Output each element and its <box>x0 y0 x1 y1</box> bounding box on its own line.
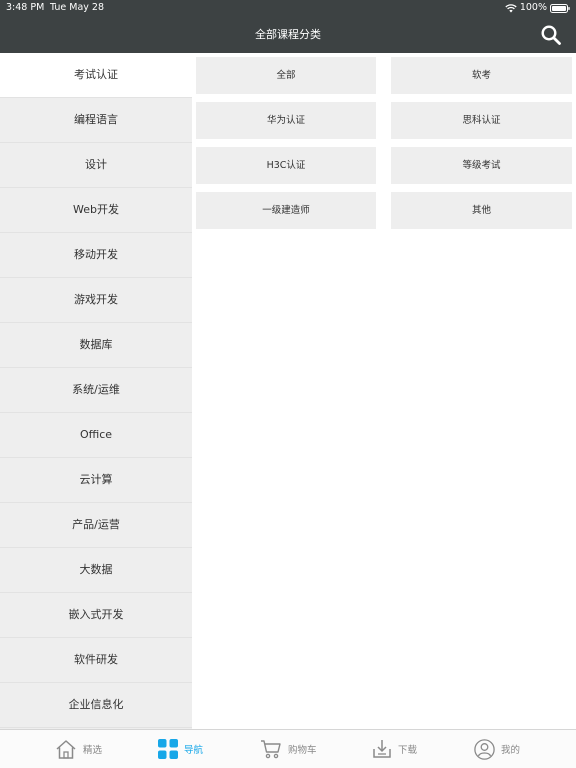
cart-icon <box>261 740 281 759</box>
subcategory-button[interactable]: 其他 <box>391 192 572 229</box>
sidebar-item[interactable]: 软件研发 <box>0 638 192 683</box>
home-icon <box>56 740 76 759</box>
sidebar-item[interactable]: Web开发 <box>0 188 192 233</box>
sidebar-item[interactable]: 设计 <box>0 143 192 188</box>
grid-icon <box>158 739 178 759</box>
sidebar-item[interactable]: 数据库 <box>0 323 192 368</box>
tab-featured[interactable]: 精选 <box>55 730 102 768</box>
battery-icon <box>550 3 570 13</box>
tab-download-label: 下载 <box>398 745 418 756</box>
tab-navigation-label: 导航 <box>184 745 204 756</box>
status-date: Tue May 28 <box>50 2 104 13</box>
search-button[interactable] <box>540 24 562 46</box>
subcategory-button[interactable]: 等级考试 <box>391 147 572 184</box>
status-right: 100% <box>505 0 570 16</box>
tab-cart[interactable]: 购物车 <box>260 730 317 768</box>
tab-cart-label: 购物车 <box>288 745 317 756</box>
page-title: 全部课程分类 <box>255 28 321 41</box>
wifi-icon <box>505 3 517 12</box>
nav-bar: 全部课程分类 <box>0 16 576 53</box>
sidebar-item[interactable]: 考试认证 <box>0 53 192 98</box>
sidebar-item[interactable]: 游戏开发 <box>0 278 192 323</box>
sidebar-item[interactable]: 移动开发 <box>0 233 192 278</box>
subcategory-button[interactable]: 全部 <box>196 57 376 94</box>
sidebar-item[interactable]: Office <box>0 413 192 458</box>
sidebar-item[interactable]: 大数据 <box>0 548 192 593</box>
status-bar: 3:48 PM Tue May 28 100% <box>0 0 576 16</box>
subcategory-button[interactable]: H3C认证 <box>196 147 376 184</box>
tab-featured-label: 精选 <box>83 745 103 756</box>
sidebar-item[interactable]: 云计算 <box>0 458 192 503</box>
tab-profile[interactable]: 我的 <box>474 730 520 768</box>
tab-profile-label: 我的 <box>501 745 521 756</box>
sidebar-item[interactable]: 编程语言 <box>0 98 192 143</box>
download-icon <box>373 740 391 758</box>
sidebar-item[interactable]: 系统/运维 <box>0 368 192 413</box>
tab-bar: 精选 导航 购物车 下载 我的 <box>0 729 576 768</box>
subcategory-panel: 全部 软考 华为认证 思科认证 H3C认证 等级考试 一级建造师 其他 <box>192 53 576 729</box>
battery-percent: 100% <box>519 2 547 13</box>
sidebar-item[interactable]: 产品/运营 <box>0 503 192 548</box>
sidebar-item[interactable]: 企业信息化 <box>0 683 192 728</box>
tab-download[interactable]: 下载 <box>372 730 417 768</box>
subcategory-button[interactable]: 华为认证 <box>196 102 376 139</box>
sidebar-item[interactable]: 嵌入式开发 <box>0 593 192 638</box>
tab-navigation[interactable]: 导航 <box>158 730 203 768</box>
subcategory-grid: 全部 软考 华为认证 思科认证 H3C认证 等级考试 一级建造师 其他 <box>196 57 572 229</box>
subcategory-button[interactable]: 思科认证 <box>391 102 572 139</box>
app-root: 3:48 PM Tue May 28 100% 全部课程分类 考试认证编程语言 <box>0 0 576 768</box>
subcategory-button[interactable]: 一级建造师 <box>196 192 376 229</box>
user-icon <box>474 738 495 760</box>
category-sidebar: 考试认证 编程语言 设计 Web开发 移动开发 游戏开发 数据库 系统/运维 Office 云计算… <box>0 53 192 729</box>
search-icon <box>541 25 561 45</box>
subcategory-button[interactable]: 软考 <box>391 57 572 94</box>
status-time: 3:48 PM <box>6 2 45 13</box>
